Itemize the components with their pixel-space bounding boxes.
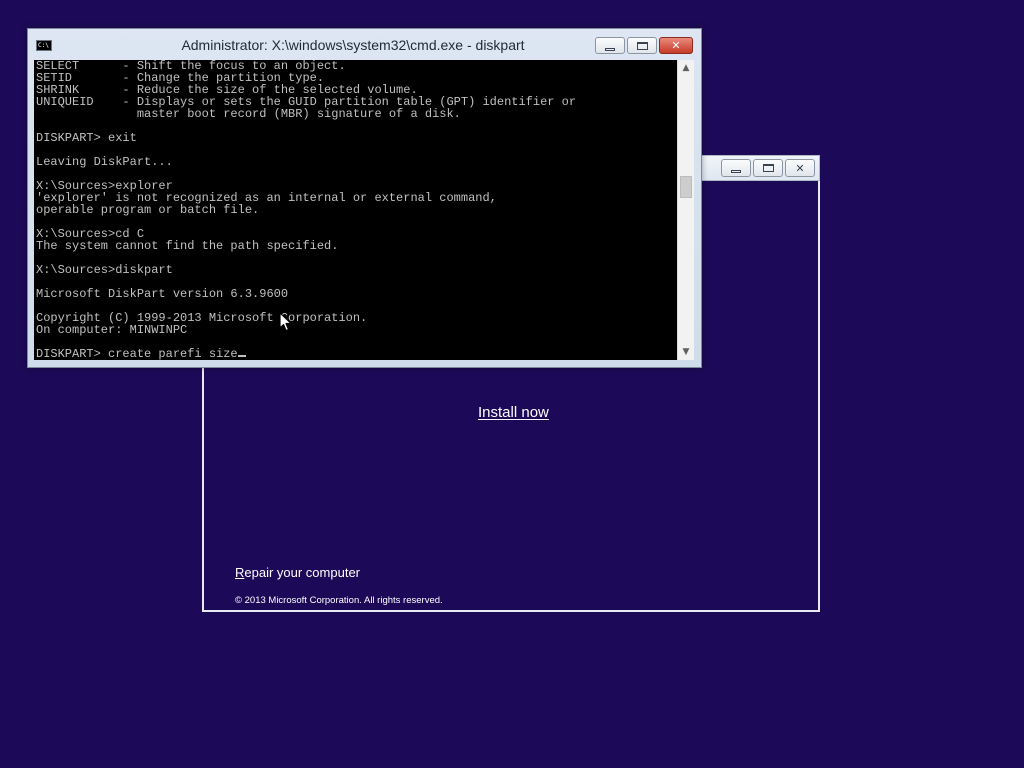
close-icon: ✕	[671, 39, 681, 52]
console-line: operable program or batch file.	[36, 203, 260, 217]
console-line: DISKPART> exit	[36, 131, 137, 145]
text-cursor	[237, 355, 246, 357]
chevron-up-icon[interactable]: ▲	[678, 60, 694, 76]
mouse-pointer-icon	[279, 312, 292, 332]
repair-link-label: epair your computer	[244, 565, 361, 580]
maximize-icon	[762, 164, 774, 172]
command-prompt-window: C:\ Administrator: X:\windows\system32\c…	[27, 28, 702, 368]
scrollbar-thumb[interactable]	[680, 176, 692, 198]
console-line: X:\Sources>diskpart	[36, 263, 173, 277]
console-line: The system cannot find the path specifie…	[36, 239, 339, 253]
setup-close-button[interactable]: ✕	[785, 159, 815, 177]
console-line: Leaving DiskPart...	[36, 155, 173, 169]
repair-link-accelerator: R	[235, 565, 245, 580]
cmd-titlebar[interactable]: C:\ Administrator: X:\windows\system32\c…	[28, 29, 701, 60]
setup-copyright: © 2013 Microsoft Corporation. All rights…	[235, 595, 443, 606]
cmd-close-button[interactable]: ✕	[659, 37, 693, 54]
console-output: SELECT - Shift the focus to an object. S…	[36, 60, 576, 360]
console-area[interactable]: SELECT - Shift the focus to an object. S…	[34, 60, 694, 360]
chevron-down-icon[interactable]: ▼	[678, 344, 694, 360]
maximize-icon	[636, 41, 648, 50]
cmd-maximize-button[interactable]	[627, 37, 657, 54]
minimize-icon	[731, 170, 741, 173]
console-line: DISKPART> create parefi size	[36, 347, 238, 360]
cmd-minimize-button[interactable]	[595, 37, 625, 54]
close-icon: ✕	[795, 161, 805, 175]
vertical-scrollbar[interactable]: ▲ ▼	[677, 60, 694, 360]
console-line: master boot record (MBR) signature of a …	[36, 107, 461, 121]
setup-minimize-button[interactable]	[721, 159, 751, 177]
console-line: On computer: MINWINPC	[36, 323, 188, 337]
window-title: Administrator: X:\windows\system32\cmd.e…	[181, 37, 525, 53]
setup-maximize-button[interactable]	[753, 159, 783, 177]
cmd-caption-buttons: ✕	[595, 37, 693, 54]
install-now-button[interactable]: Install now	[478, 404, 549, 421]
minimize-icon	[605, 47, 615, 51]
setup-caption-buttons: ✕	[721, 159, 815, 177]
console-line: Microsoft DiskPart version 6.3.9600	[36, 287, 289, 301]
repair-your-computer-link[interactable]: Repair your computer	[235, 565, 360, 580]
desktop: ✕ Install now Repair your computer © 201…	[0, 0, 1024, 768]
